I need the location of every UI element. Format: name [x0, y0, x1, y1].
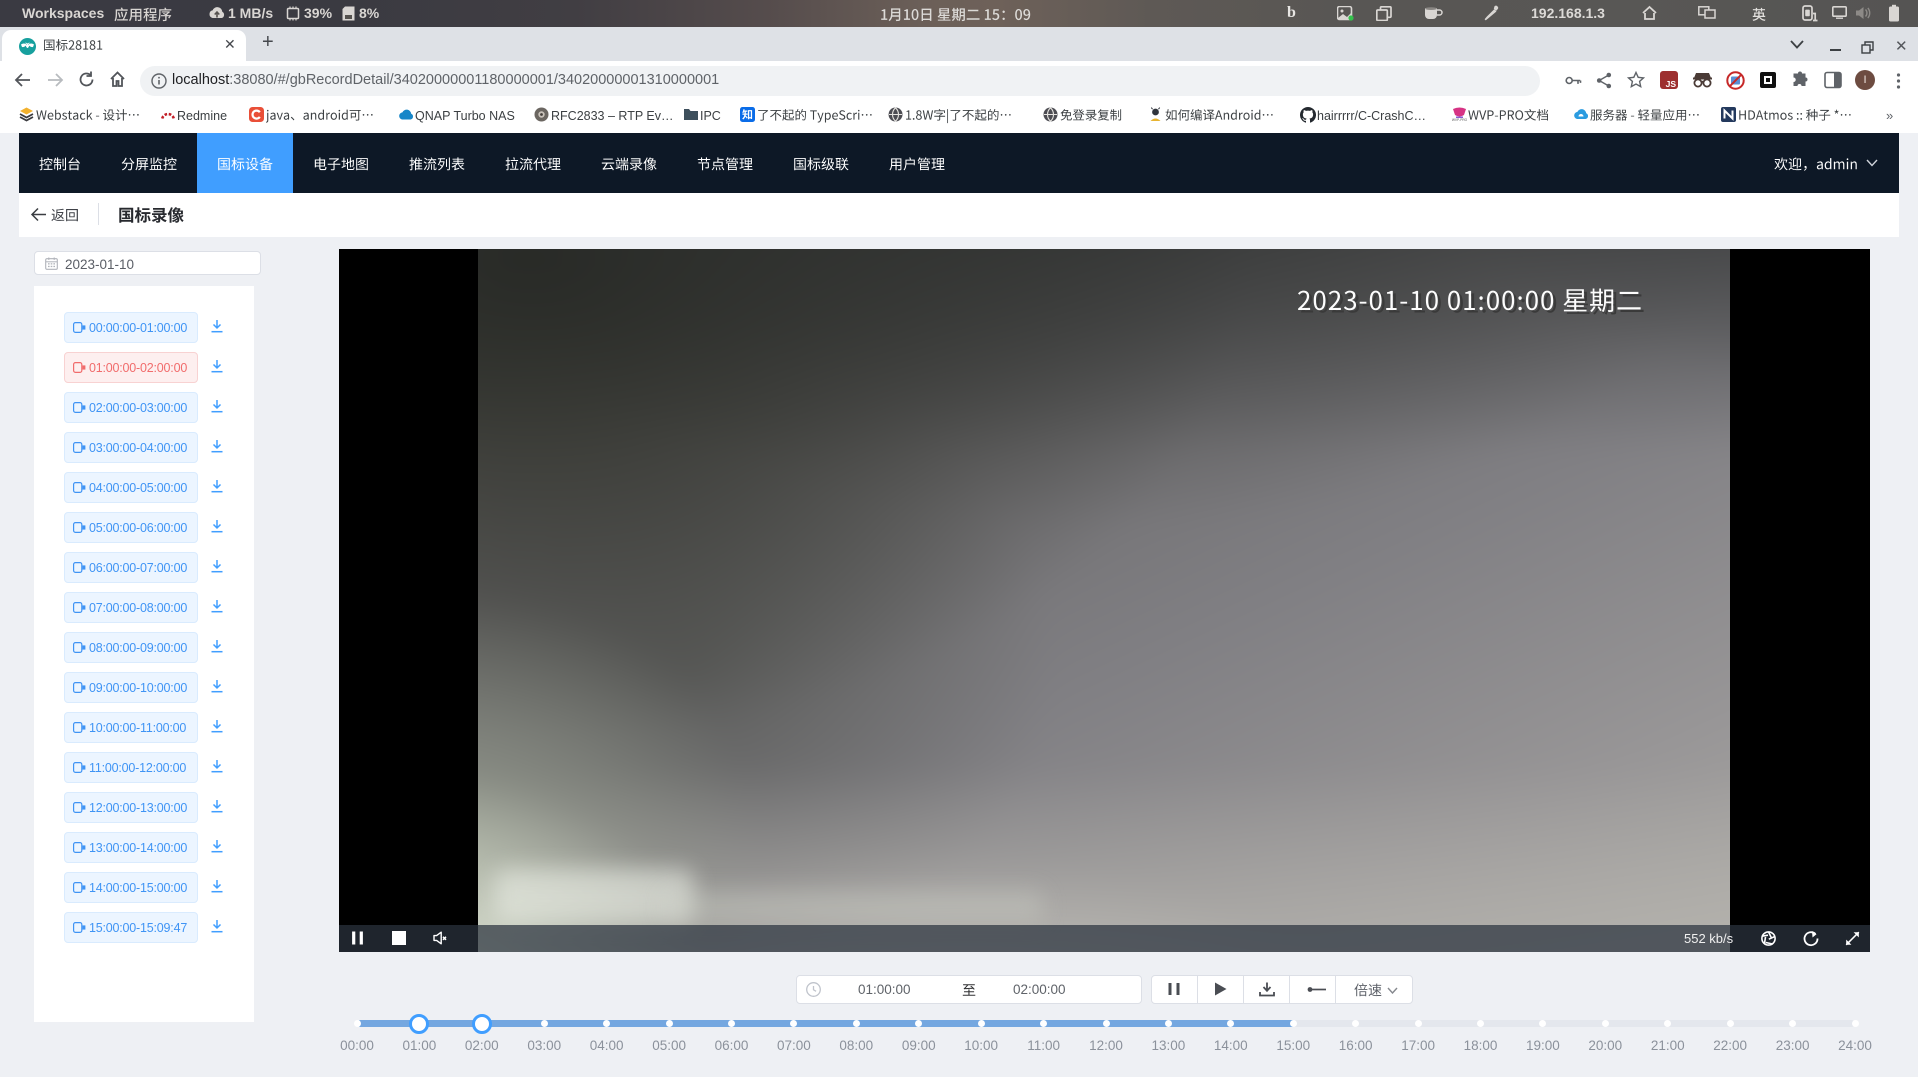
- svg-text:WVP-PRO: WVP-PRO: [1452, 118, 1468, 122]
